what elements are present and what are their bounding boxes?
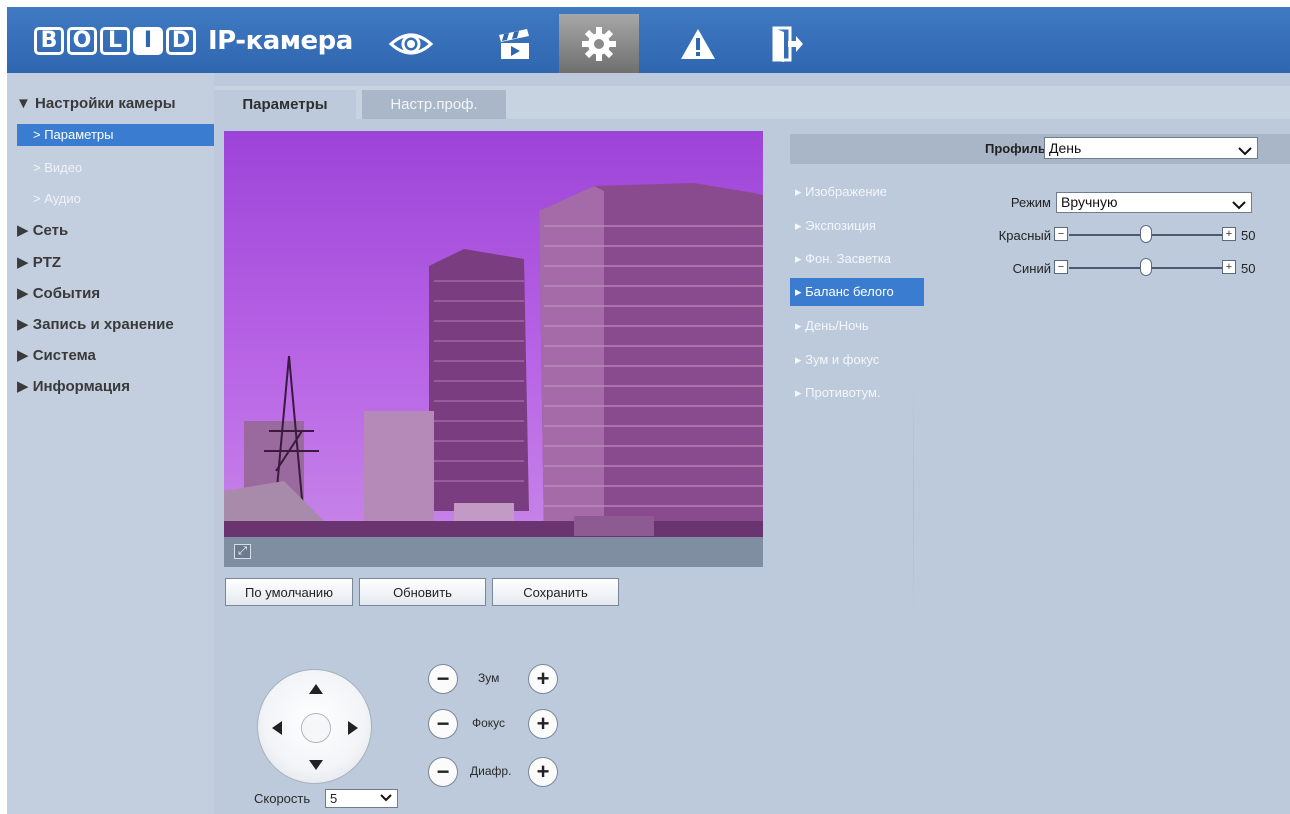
logo-letter: I — [133, 27, 163, 55]
sidebar-item-audio[interactable]: > Аудио — [17, 188, 217, 210]
default-button[interactable]: По умолчанию — [225, 578, 353, 606]
clapperboard-icon — [499, 28, 529, 59]
video-preview[interactable] — [224, 131, 763, 567]
eye-icon — [389, 33, 433, 54]
blue-value: 50 — [1241, 261, 1256, 276]
settings-tab[interactable] — [559, 14, 639, 73]
zoom-label: Зум — [478, 671, 500, 685]
menu-item-defog[interactable]: ▸ Противотум. — [790, 379, 924, 407]
tab-profile-settings[interactable]: Настр.проф. — [362, 90, 506, 119]
menu-item-white-balance[interactable]: ▸ Баланс белого — [790, 278, 924, 306]
iris-label: Диафр. — [470, 764, 512, 778]
sidebar-item-parameters[interactable]: > Параметры — [17, 124, 217, 146]
save-button[interactable]: Сохранить — [492, 578, 619, 606]
sidebar-item-ptz[interactable]: ▶ PTZ — [17, 253, 61, 271]
red-decrease-button[interactable]: − — [1054, 227, 1068, 241]
focus-label: Фокус — [472, 716, 506, 730]
menu-item-zoom-focus[interactable]: ▸ Зум и фокус — [790, 346, 924, 374]
arrow-up-icon[interactable] — [309, 684, 323, 694]
plus-icon: + — [536, 759, 550, 784]
ptz-direction-pad[interactable] — [257, 669, 372, 784]
logout-tab[interactable] — [747, 14, 827, 73]
tab-bar: Параметры Настр.проф. — [214, 86, 1290, 119]
zoom-in-button[interactable]: + — [528, 664, 558, 694]
menu-item-image[interactable]: ▸ Изображение — [790, 178, 924, 206]
profile-bar: Профиль День — [790, 134, 1290, 164]
chevron-down-icon — [1232, 197, 1246, 216]
profile-value: День — [1049, 140, 1082, 156]
sidebar-item-events[interactable]: ▶ События — [17, 284, 100, 302]
blue-label: Синий — [1012, 261, 1051, 276]
mode-label: Режим — [1010, 195, 1051, 210]
mode-value: Вручную — [1061, 194, 1118, 210]
live-view-tab[interactable] — [371, 14, 451, 73]
logo-letter: L — [100, 27, 130, 55]
logo: B O L I D IP-камера — [34, 24, 353, 58]
refresh-button[interactable]: Обновить — [359, 578, 486, 606]
menu-item-backlight[interactable]: ▸ Фон. Засветка — [790, 245, 924, 273]
logo-letter: D — [166, 27, 196, 55]
logout-icon — [772, 26, 803, 62]
speed-select[interactable]: 5 — [325, 789, 398, 808]
speed-value: 5 — [330, 791, 338, 806]
blue-slider-thumb[interactable] — [1139, 258, 1152, 276]
minus-icon: − — [436, 666, 450, 691]
gear-icon — [582, 26, 616, 61]
sidebar: ▼ Настройки камеры > Параметры > Видео >… — [7, 73, 217, 814]
red-increase-button[interactable]: + — [1222, 227, 1236, 241]
logo-letter: O — [67, 27, 97, 55]
sidebar-item-video[interactable]: > Видео — [17, 157, 217, 179]
iris-open-button[interactable]: + — [528, 757, 558, 787]
sidebar-section-camera-settings[interactable]: ▼ Настройки камеры — [16, 95, 176, 112]
arrow-down-icon[interactable] — [309, 760, 323, 770]
minus-icon: − — [436, 759, 450, 784]
red-slider-thumb[interactable] — [1139, 225, 1152, 243]
plus-icon: + — [536, 711, 550, 736]
plus-icon: + — [536, 666, 550, 691]
camera-live-image — [224, 131, 763, 567]
mode-select[interactable]: Вручную — [1056, 192, 1252, 213]
menu-item-day-night[interactable]: ▸ День/Ночь — [790, 312, 924, 340]
arrow-left-icon[interactable] — [272, 721, 282, 735]
alarm-tab[interactable] — [658, 14, 738, 73]
product-name: IP-камера — [208, 26, 353, 56]
minus-icon: − — [436, 711, 450, 736]
iris-close-button[interactable]: − — [428, 757, 458, 787]
red-value: 50 — [1241, 228, 1256, 243]
zoom-out-button[interactable]: − — [428, 664, 458, 694]
warning-icon — [681, 28, 715, 59]
logo-letter: B — [34, 27, 64, 55]
sidebar-item-storage[interactable]: ▶ Запись и хранение — [17, 315, 174, 333]
speed-label: Скорость — [254, 791, 311, 806]
image-settings-menu: ▸ Изображение ▸ Экспозиция ▸ Фон. Засвет… — [790, 178, 924, 623]
sidebar-item-info[interactable]: ▶ Информация — [17, 377, 130, 395]
sidebar-item-system[interactable]: ▶ Система — [17, 346, 96, 364]
playback-tab[interactable] — [474, 14, 554, 73]
main-panel: Параметры Настр.проф. ⤢ По умолчанию Обн… — [214, 73, 1290, 814]
top-header: B O L I D IP-камера — [7, 7, 1290, 73]
ptz-center-button[interactable] — [301, 713, 331, 743]
blue-increase-button[interactable]: + — [1222, 260, 1236, 274]
chevron-down-icon — [1238, 142, 1252, 162]
blue-decrease-button[interactable]: − — [1054, 260, 1068, 274]
chevron-down-icon — [380, 791, 392, 808]
profile-label: Профиль — [985, 141, 1046, 156]
fullscreen-icon[interactable]: ⤢ — [234, 544, 251, 559]
brand-logo: B O L I D — [34, 27, 196, 55]
profile-select[interactable]: День — [1044, 137, 1258, 159]
sidebar-item-network[interactable]: ▶ Сеть — [17, 221, 68, 239]
focus-far-button[interactable]: + — [528, 709, 558, 739]
red-label: Красный — [998, 228, 1051, 243]
focus-near-button[interactable]: − — [428, 709, 458, 739]
video-toolbar: ⤢ — [224, 537, 763, 567]
menu-divider — [913, 378, 914, 623]
menu-item-exposure[interactable]: ▸ Экспозиция — [790, 212, 924, 240]
arrow-right-icon[interactable] — [348, 721, 358, 735]
tab-parameters[interactable]: Параметры — [214, 90, 356, 119]
